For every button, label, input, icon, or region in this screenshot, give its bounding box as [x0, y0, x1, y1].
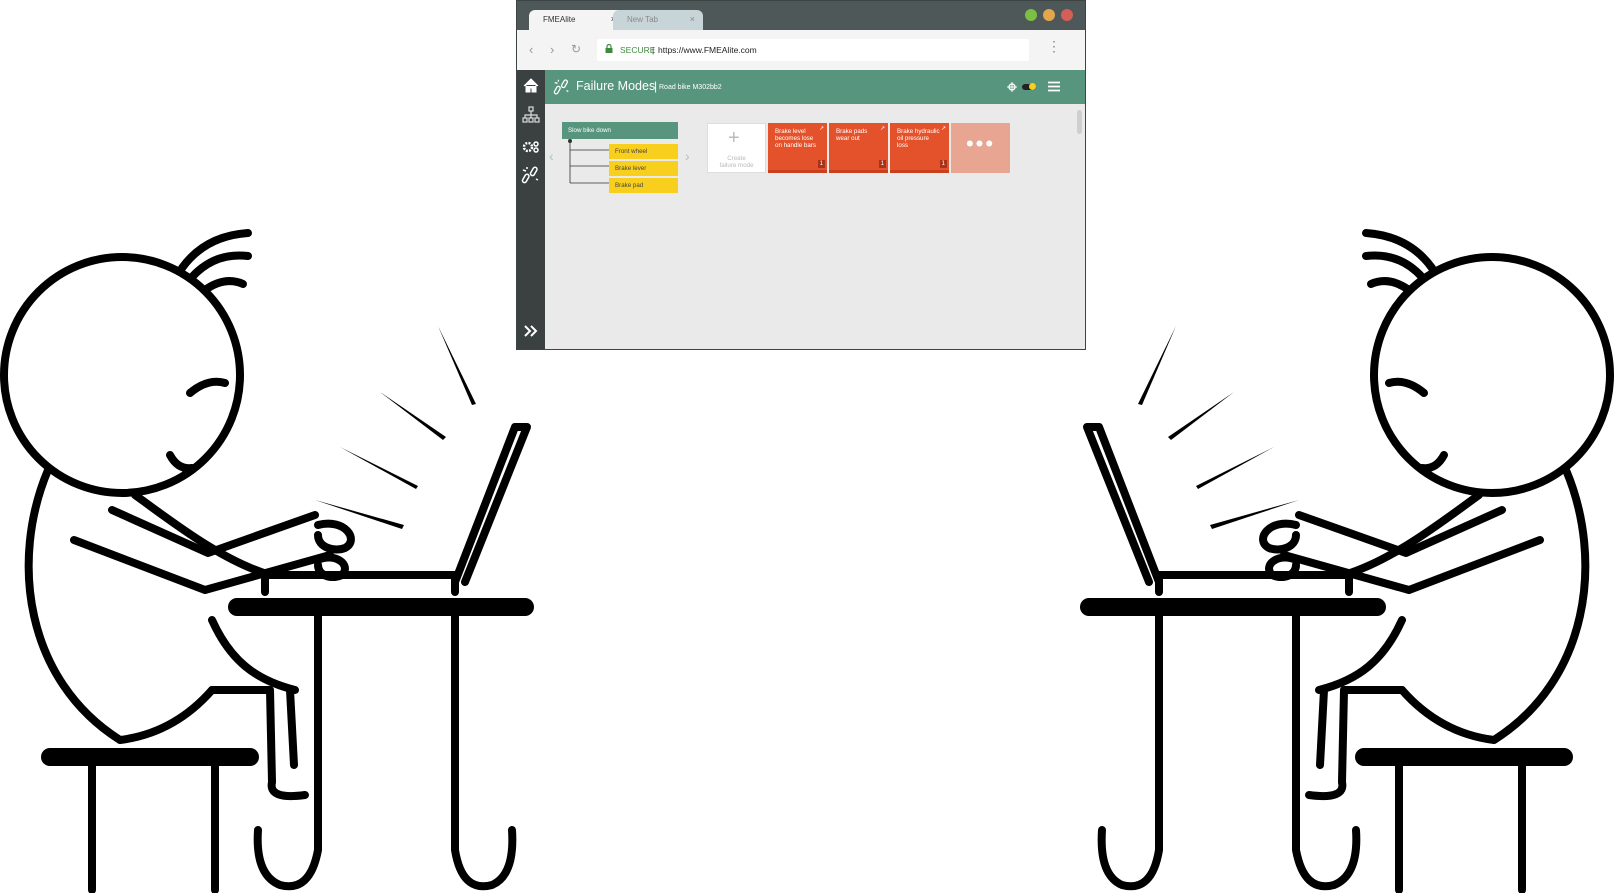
chevron-right-icon[interactable]: › [685, 148, 690, 164]
tab-bar: FMEAlite × New Tab × [517, 1, 1085, 30]
fmealite-app: Failure Modes | Road bike M302bb2 ‹ › Sl… [517, 70, 1085, 349]
browser-window: FMEAlite × New Tab × ‹ › ↻ SECURE | http… [516, 0, 1086, 350]
main-content: ‹ › Slow bike down Front wheel Brake lev… [545, 104, 1085, 349]
more-failure-modes-button[interactable]: ••• [951, 123, 1010, 173]
right-person [1080, 229, 1614, 893]
minimize-button[interactable] [1043, 9, 1055, 21]
create-failure-mode-button[interactable]: + Create failure mode [707, 123, 766, 173]
page-header: Failure Modes | Road bike M302bb2 [545, 70, 1085, 104]
broken-link-icon[interactable] [521, 165, 541, 185]
count-badge: 1 [939, 160, 947, 168]
expand-sidebar-icon[interactable] [521, 321, 541, 341]
url-text: https://www.FMEAlite.com [658, 45, 757, 55]
component-node[interactable]: Brake pad [609, 178, 678, 193]
scrollbar[interactable] [1077, 110, 1082, 134]
tab-label: FMEAlite [543, 15, 576, 24]
tab-label: New Tab [627, 15, 658, 24]
more-dots-icon: ••• [965, 131, 996, 156]
tree-connectors [568, 139, 609, 184]
tab-close-icon[interactable]: × [690, 14, 695, 24]
failure-mode-card[interactable]: ↗ Brake level becomes lose on handle bar… [768, 123, 827, 173]
tab-fmealite[interactable]: FMEAlite × [529, 10, 624, 30]
failure-mode-card[interactable]: ↗ Brake hydraulic oil pressure loss 1 [890, 123, 949, 173]
failure-mode-label: Brake level becomes lose on handle bars [775, 128, 816, 149]
maximize-button[interactable] [1025, 9, 1037, 21]
right-laptop-glow [1138, 326, 1299, 529]
count-badge: 1 [817, 160, 825, 168]
url-field[interactable]: SECURE | https://www.FMEAlite.com [597, 39, 1029, 61]
function-node[interactable]: Slow bike down [562, 122, 678, 139]
toggle-knob [1029, 83, 1036, 90]
left-person [0, 229, 534, 893]
settings-gears-icon[interactable] [521, 137, 541, 157]
address-bar-row: ‹ › ↻ SECURE | https://www.FMEAlite.com … [517, 30, 1085, 70]
close-window-button[interactable] [1061, 9, 1073, 21]
edit-icon[interactable]: ↗ [941, 125, 946, 132]
page-subtitle: Road bike M302bb2 [659, 84, 722, 91]
edit-icon[interactable]: ↗ [880, 125, 885, 132]
crosshair-icon[interactable] [1007, 82, 1017, 92]
edit-icon[interactable]: ↗ [819, 125, 824, 132]
left-laptop-glow [315, 326, 476, 529]
sidebar [517, 70, 545, 349]
failure-mode-card[interactable]: ↗ Brake pads wear out 1 [829, 123, 888, 173]
lock-icon [605, 44, 613, 53]
toggle-switch[interactable] [1022, 83, 1036, 90]
tab-new-tab[interactable]: New Tab × [613, 10, 703, 30]
chevron-left-icon[interactable]: ‹ [549, 148, 554, 164]
forward-icon[interactable]: › [550, 42, 554, 57]
secure-label: SECURE [620, 45, 656, 55]
hierarchy-icon[interactable] [521, 105, 541, 125]
failure-mode-label: Brake hydraulic oil pressure loss [897, 128, 940, 149]
create-label-line: Create [727, 155, 746, 162]
hamburger-menu-icon[interactable] [1048, 81, 1060, 92]
broken-link-icon [553, 79, 569, 95]
back-icon[interactable]: ‹ [529, 42, 533, 57]
component-node[interactable]: Brake lever [609, 161, 678, 176]
component-node[interactable]: Front wheel [609, 144, 678, 159]
failure-mode-label: Brake pads wear out [836, 128, 868, 142]
page-title: Failure Modes [576, 79, 656, 93]
title-separator: | [654, 79, 658, 93]
plus-icon: + [728, 127, 740, 149]
url-separator: | [652, 45, 655, 55]
create-label-line: failure mode [719, 162, 754, 169]
create-label: Create failure mode [708, 155, 765, 169]
count-badge: 1 [878, 160, 886, 168]
reload-icon[interactable]: ↻ [571, 42, 581, 56]
home-icon[interactable] [521, 76, 541, 96]
kebab-menu-icon[interactable]: ⋮ [1047, 39, 1061, 53]
